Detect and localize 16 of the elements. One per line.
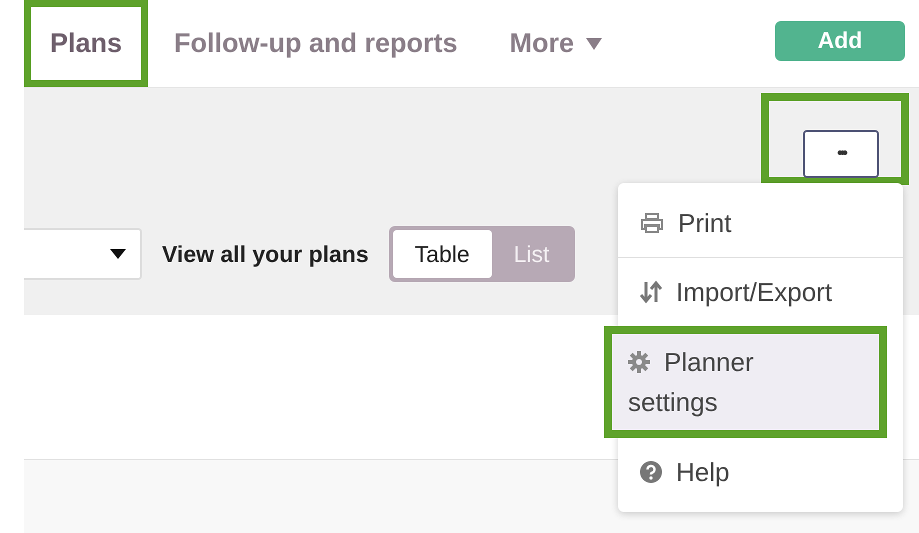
view-toggle-option[interactable]: Table [392,230,492,278]
help-icon [640,461,662,484]
printer-icon [640,213,664,234]
nav-tab[interactable]: More [484,0,628,87]
up-down-arrows-icon [640,280,662,304]
nav-tab[interactable]: Plans [24,0,148,87]
menu-item[interactable]: Planner settings [604,326,887,438]
caret-down-icon [110,249,126,259]
menu-item[interactable]: Help [618,438,903,506]
menu-item[interactable]: Import/Export [618,258,903,326]
dropdown-field[interactable] [24,228,142,280]
caret-down-icon [586,38,602,50]
more-options-button[interactable]: ••• [803,130,879,178]
nav-tab[interactable]: Follow-up and reports [148,0,484,87]
menu-item[interactable]: Print [618,189,903,257]
filter-label: View all your plans [162,240,369,269]
